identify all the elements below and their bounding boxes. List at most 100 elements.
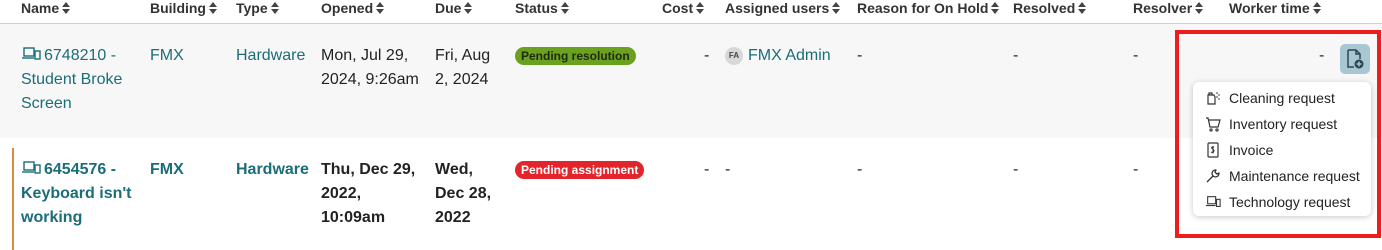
due-date-text: 2022 bbox=[435, 209, 471, 226]
column-header-cost[interactable]: Cost bbox=[662, 0, 705, 16]
sort-icon[interactable] bbox=[560, 2, 569, 14]
request-name-text[interactable]: working bbox=[21, 206, 141, 230]
column-label: Cost bbox=[662, 0, 694, 16]
opened-date-text: 2022, bbox=[321, 185, 362, 202]
laptop-icon bbox=[22, 161, 41, 174]
add-request-button[interactable] bbox=[1340, 44, 1370, 74]
table-row[interactable]: 6748210 - Student Broke Screen FMX Hardw… bbox=[0, 24, 1382, 138]
request-name-link[interactable]: 6454576 - Keyboard isn't working bbox=[21, 158, 141, 230]
column-label: Worker time bbox=[1229, 0, 1310, 16]
menu-item-technology-request[interactable]: Technology request bbox=[1193, 189, 1371, 215]
type-link[interactable]: Hardware bbox=[236, 158, 309, 182]
resolved-value: - bbox=[1013, 161, 1019, 178]
due-date-text: 2, 2024 bbox=[435, 71, 489, 88]
column-label: Opened bbox=[321, 0, 374, 16]
due-date-text: Dec 28, bbox=[435, 185, 492, 202]
row-accent-bar bbox=[12, 148, 14, 250]
sort-icon[interactable] bbox=[270, 2, 279, 14]
laptop-icon bbox=[1205, 196, 1221, 207]
sort-icon[interactable] bbox=[376, 2, 385, 14]
menu-item-cleaning-request[interactable]: Cleaning request bbox=[1193, 85, 1371, 111]
menu-item-label[interactable]: Maintenance request bbox=[1229, 168, 1360, 184]
assigned-user[interactable]: FA FMX Admin bbox=[725, 44, 831, 68]
table-header: Name Building Type Opened Due Status Cos… bbox=[0, 0, 1382, 24]
request-name-text[interactable]: 6454576 - bbox=[44, 161, 116, 178]
add-document-icon bbox=[1347, 49, 1364, 69]
resolver-value: - bbox=[1133, 161, 1139, 178]
resolver-value: - bbox=[1133, 47, 1139, 64]
menu-item-label[interactable]: Inventory request bbox=[1229, 116, 1337, 132]
due-date-text: Fri, Aug bbox=[435, 47, 491, 64]
sort-icon[interactable] bbox=[1078, 2, 1087, 14]
menu-item-invoice[interactable]: Invoice bbox=[1193, 137, 1371, 163]
due-date-text: Wed, bbox=[435, 161, 473, 178]
sort-icon[interactable] bbox=[209, 2, 217, 14]
column-header-status[interactable]: Status bbox=[515, 0, 569, 16]
request-name-link[interactable]: 6748210 - Student Broke Screen bbox=[21, 44, 141, 116]
column-label: Building bbox=[150, 0, 206, 16]
menu-item-maintenance-request[interactable]: Maintenance request bbox=[1193, 163, 1371, 189]
cart-icon bbox=[1206, 117, 1221, 132]
column-label: Status bbox=[515, 0, 558, 16]
opened-date-text: Thu, Dec 29, bbox=[321, 161, 416, 178]
column-label: Type bbox=[236, 0, 268, 16]
opened-date: Thu, Dec 29, 2022, 10:09am bbox=[321, 158, 415, 230]
spray-icon bbox=[1207, 92, 1220, 105]
request-name-text[interactable]: Keyboard isn't bbox=[21, 182, 141, 206]
column-header-name[interactable]: Name bbox=[21, 0, 71, 16]
new-request-menu: Cleaning request Inventory request Invoi… bbox=[1193, 82, 1371, 216]
invoice-icon bbox=[1207, 142, 1219, 158]
column-header-assigned-users[interactable]: Assigned users bbox=[725, 0, 841, 16]
assigned-user-name[interactable]: FMX Admin bbox=[748, 47, 831, 64]
column-header-resolver[interactable]: Resolver bbox=[1133, 0, 1204, 16]
avatar: FA bbox=[725, 47, 743, 65]
wrench-icon bbox=[1206, 169, 1220, 183]
column-header-reason-on-hold[interactable]: Reason for On Hold bbox=[857, 0, 1000, 16]
column-label: Resolved bbox=[1013, 0, 1076, 16]
column-label: Assigned users bbox=[725, 0, 830, 16]
table-row[interactable]: 6454576 - Keyboard isn't working FMX Har… bbox=[0, 138, 1382, 250]
request-name-text[interactable]: 6748210 - bbox=[44, 47, 116, 64]
sort-icon[interactable] bbox=[991, 2, 1000, 14]
building-link[interactable]: FMX bbox=[150, 158, 184, 182]
sort-icon[interactable] bbox=[1312, 2, 1321, 14]
due-date: Wed, Dec 28, 2022 bbox=[435, 158, 491, 230]
opened-date-text: 2024, 9:26am bbox=[321, 71, 419, 88]
column-label: Name bbox=[21, 0, 60, 16]
resolved-value: - bbox=[1013, 47, 1019, 64]
request-name-text[interactable]: Screen bbox=[21, 92, 141, 116]
sort-icon[interactable] bbox=[696, 2, 705, 14]
opened-date: Mon, Jul 29, 2024, 9:26am bbox=[321, 44, 419, 92]
menu-item-label[interactable]: Invoice bbox=[1229, 142, 1273, 158]
status-badge: Pending resolution bbox=[515, 47, 636, 65]
column-header-type[interactable]: Type bbox=[236, 0, 279, 16]
opened-date-text: 10:09am bbox=[321, 209, 386, 226]
assigned-user: - bbox=[725, 161, 731, 178]
status-badge: Pending assignment bbox=[515, 161, 645, 179]
column-header-resolved[interactable]: Resolved bbox=[1013, 0, 1087, 16]
menu-item-inventory-request[interactable]: Inventory request bbox=[1193, 111, 1371, 137]
column-label: Due bbox=[435, 0, 462, 16]
sort-icon[interactable] bbox=[464, 2, 473, 14]
building-link[interactable]: FMX bbox=[150, 44, 184, 68]
laptop-icon bbox=[22, 47, 41, 60]
menu-item-label[interactable]: Technology request bbox=[1229, 194, 1350, 210]
opened-date-text: Mon, Jul 29, bbox=[321, 47, 409, 64]
type-link[interactable]: Hardware bbox=[236, 44, 305, 68]
column-header-opened[interactable]: Opened bbox=[321, 0, 385, 16]
column-header-worker-time[interactable]: Worker time bbox=[1229, 0, 1321, 16]
menu-item-label[interactable]: Cleaning request bbox=[1229, 90, 1335, 106]
worker-time-value: - bbox=[1319, 47, 1325, 64]
column-label: Resolver bbox=[1133, 0, 1193, 16]
column-header-due[interactable]: Due bbox=[435, 0, 473, 16]
column-header-building[interactable]: Building bbox=[150, 0, 217, 16]
sort-icon[interactable] bbox=[832, 2, 841, 14]
reason-on-hold-value: - bbox=[857, 161, 863, 178]
column-label: Reason for On Hold bbox=[857, 0, 989, 16]
cost-value: - bbox=[704, 47, 710, 64]
sort-icon[interactable] bbox=[1195, 2, 1204, 14]
sort-icon[interactable] bbox=[62, 2, 71, 14]
reason-on-hold-value: - bbox=[857, 47, 863, 64]
request-name-text[interactable]: Student Broke bbox=[21, 68, 141, 92]
due-date: Fri, Aug 2, 2024 bbox=[435, 44, 490, 92]
